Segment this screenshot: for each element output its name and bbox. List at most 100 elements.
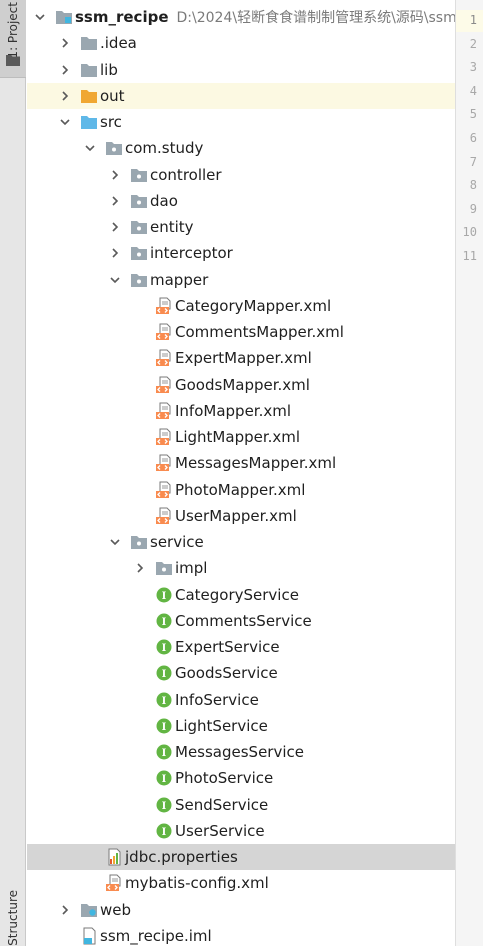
tree-node-interceptor[interactable]: interceptor: [27, 240, 455, 266]
tree-node-service[interactable]: service: [27, 529, 455, 555]
tree-node-label: impl: [175, 559, 208, 578]
tree-node-comments-service[interactable]: I CommentsService: [27, 608, 455, 634]
project-root-path: D:\2024\轻断食食谱制制管理系统\源码\ssm: [176, 10, 455, 27]
tree-node-photo-service[interactable]: I PhotoService: [27, 765, 455, 791]
tree-node-ssm-recipe-iml[interactable]: ssm_recipe.iml: [27, 923, 455, 946]
tree-node-label: ssm_recipe: [75, 8, 169, 27]
project-tool-tab[interactable]: 1: Project: [0, 0, 26, 78]
chevron-right-icon[interactable]: [106, 218, 124, 236]
package-icon: [130, 271, 148, 289]
package-icon: [130, 166, 148, 184]
svg-text:I: I: [162, 722, 167, 733]
interface-icon: I: [155, 743, 173, 761]
line-number: 6: [469, 131, 477, 145]
tree-node-label: GoodsMapper.xml: [175, 375, 310, 394]
tree-node-ssm-recipe[interactable]: ssm_recipe D:\2024\轻断食食谱制制管理系统\源码\ssm: [27, 4, 455, 30]
tree-node-label: CommentsMapper.xml: [175, 323, 344, 342]
source-folder-icon: [80, 113, 98, 131]
tree-node-label: mapper: [150, 270, 209, 289]
tree-node-light-service[interactable]: I LightService: [27, 713, 455, 739]
chevron-down-icon[interactable]: [106, 533, 124, 551]
tree-node-comments-mapper[interactable]: CommentsMapper.xml: [27, 319, 455, 345]
tree-node-label: dao: [150, 191, 178, 210]
tree-node-user-service[interactable]: I UserService: [27, 818, 455, 844]
tree-node-web[interactable]: web: [27, 897, 455, 923]
excluded-folder-icon: [80, 87, 98, 105]
tree-node-dao[interactable]: dao: [27, 188, 455, 214]
tree-node-impl[interactable]: impl: [27, 555, 455, 581]
tree-node-category-service[interactable]: I CategoryService: [27, 582, 455, 608]
tree-node-label: com.study: [125, 139, 204, 158]
chevron-right-icon[interactable]: [56, 34, 74, 52]
line-number: 8: [469, 178, 477, 193]
interface-icon: I: [155, 769, 173, 787]
tree-node-label: entity: [150, 218, 194, 237]
tree-node-user-mapper[interactable]: UserMapper.xml: [27, 503, 455, 529]
chevron-down-icon[interactable]: [81, 139, 99, 157]
chevron-down-icon[interactable]: [56, 113, 74, 131]
project-tree[interactable]: ssm_recipe D:\2024\轻断食食谱制制管理系统\源码\ssm .ide…: [27, 4, 455, 946]
tree-node-expert-mapper[interactable]: ExpertMapper.xml: [27, 345, 455, 371]
tree-node-label: MessagesService: [175, 743, 304, 762]
tree-node-messages-mapper[interactable]: MessagesMapper.xml: [27, 450, 455, 476]
chevron-down-icon[interactable]: [31, 8, 49, 26]
tree-node-label: web: [100, 900, 132, 919]
tree-node-label: service: [150, 533, 204, 552]
tree-node-category-mapper[interactable]: CategoryMapper.xml: [27, 293, 455, 319]
svg-text:I: I: [162, 774, 167, 785]
tree-node-lib[interactable]: lib: [27, 57, 455, 83]
tool-window-strip: 1: Project Structure: [0, 0, 26, 946]
svg-text:I: I: [162, 617, 167, 628]
chevron-right-icon[interactable]: [56, 61, 74, 79]
package-icon: [130, 218, 148, 236]
tree-node-label: mybatis-config.xml: [125, 874, 269, 893]
tree-node-com-study[interactable]: com.study: [27, 135, 455, 161]
tree-node-src[interactable]: src: [27, 109, 455, 135]
tree-node-label: InfoMapper.xml: [175, 401, 292, 420]
tree-node-mybatis-config[interactable]: mybatis-config.xml: [27, 870, 455, 896]
tree-node-label: UserService: [175, 821, 265, 840]
tree-node-label: CategoryService: [175, 585, 299, 604]
chevron-right-icon[interactable]: [106, 244, 124, 262]
tree-node-photo-mapper[interactable]: PhotoMapper.xml: [27, 477, 455, 503]
tree-node-label: controller: [150, 165, 222, 184]
tree-node-messages-service[interactable]: I MessagesService: [27, 739, 455, 765]
tree-node-label: MessagesMapper.xml: [175, 454, 337, 473]
chevron-right-icon[interactable]: [106, 166, 124, 184]
line-number: 3: [469, 60, 477, 75]
tree-node-label: src: [100, 113, 122, 132]
svg-text:I: I: [162, 696, 167, 707]
package-icon: [130, 192, 148, 210]
iml-file-icon: [80, 927, 98, 945]
chevron-down-icon[interactable]: [106, 271, 124, 289]
web-folder-icon: [80, 901, 98, 919]
structure-tool-tab[interactable]: Structure: [0, 890, 26, 946]
chevron-right-icon[interactable]: [131, 559, 149, 577]
svg-text:I: I: [162, 827, 167, 838]
svg-text:I: I: [162, 669, 167, 680]
tree-node-mapper[interactable]: mapper: [27, 267, 455, 293]
chevron-right-icon[interactable]: [106, 192, 124, 210]
editor-gutter: 1 2 3 4 5 6 7 8 9 10 11: [455, 0, 483, 946]
line-number: 1: [469, 13, 477, 27]
tree-node-goods-mapper[interactable]: GoodsMapper.xml: [27, 372, 455, 398]
chevron-right-icon[interactable]: [56, 87, 74, 105]
tree-node-send-service[interactable]: I SendService: [27, 792, 455, 818]
tree-node-label: lib: [100, 60, 118, 79]
tree-node-info-mapper[interactable]: InfoMapper.xml: [27, 398, 455, 424]
tree-node-goods-service[interactable]: I GoodsService: [27, 660, 455, 686]
tree-node-out[interactable]: out: [27, 82, 455, 109]
chevron-right-icon[interactable]: [56, 901, 74, 919]
tree-node-label: .idea: [100, 34, 137, 53]
tree-node-info-service[interactable]: I InfoService: [27, 687, 455, 713]
interface-icon: I: [155, 717, 173, 735]
tree-node-jdbc-properties[interactable]: jdbc.properties: [27, 844, 455, 871]
tree-node-idea[interactable]: .idea: [27, 30, 455, 56]
package-icon: [105, 139, 123, 157]
svg-text:I: I: [162, 591, 167, 602]
tree-node-light-mapper[interactable]: LightMapper.xml: [27, 424, 455, 450]
xml-file-icon: [155, 454, 173, 472]
tree-node-entity[interactable]: entity: [27, 214, 455, 240]
tree-node-expert-service[interactable]: I ExpertService: [27, 634, 455, 660]
tree-node-controller[interactable]: controller: [27, 162, 455, 188]
